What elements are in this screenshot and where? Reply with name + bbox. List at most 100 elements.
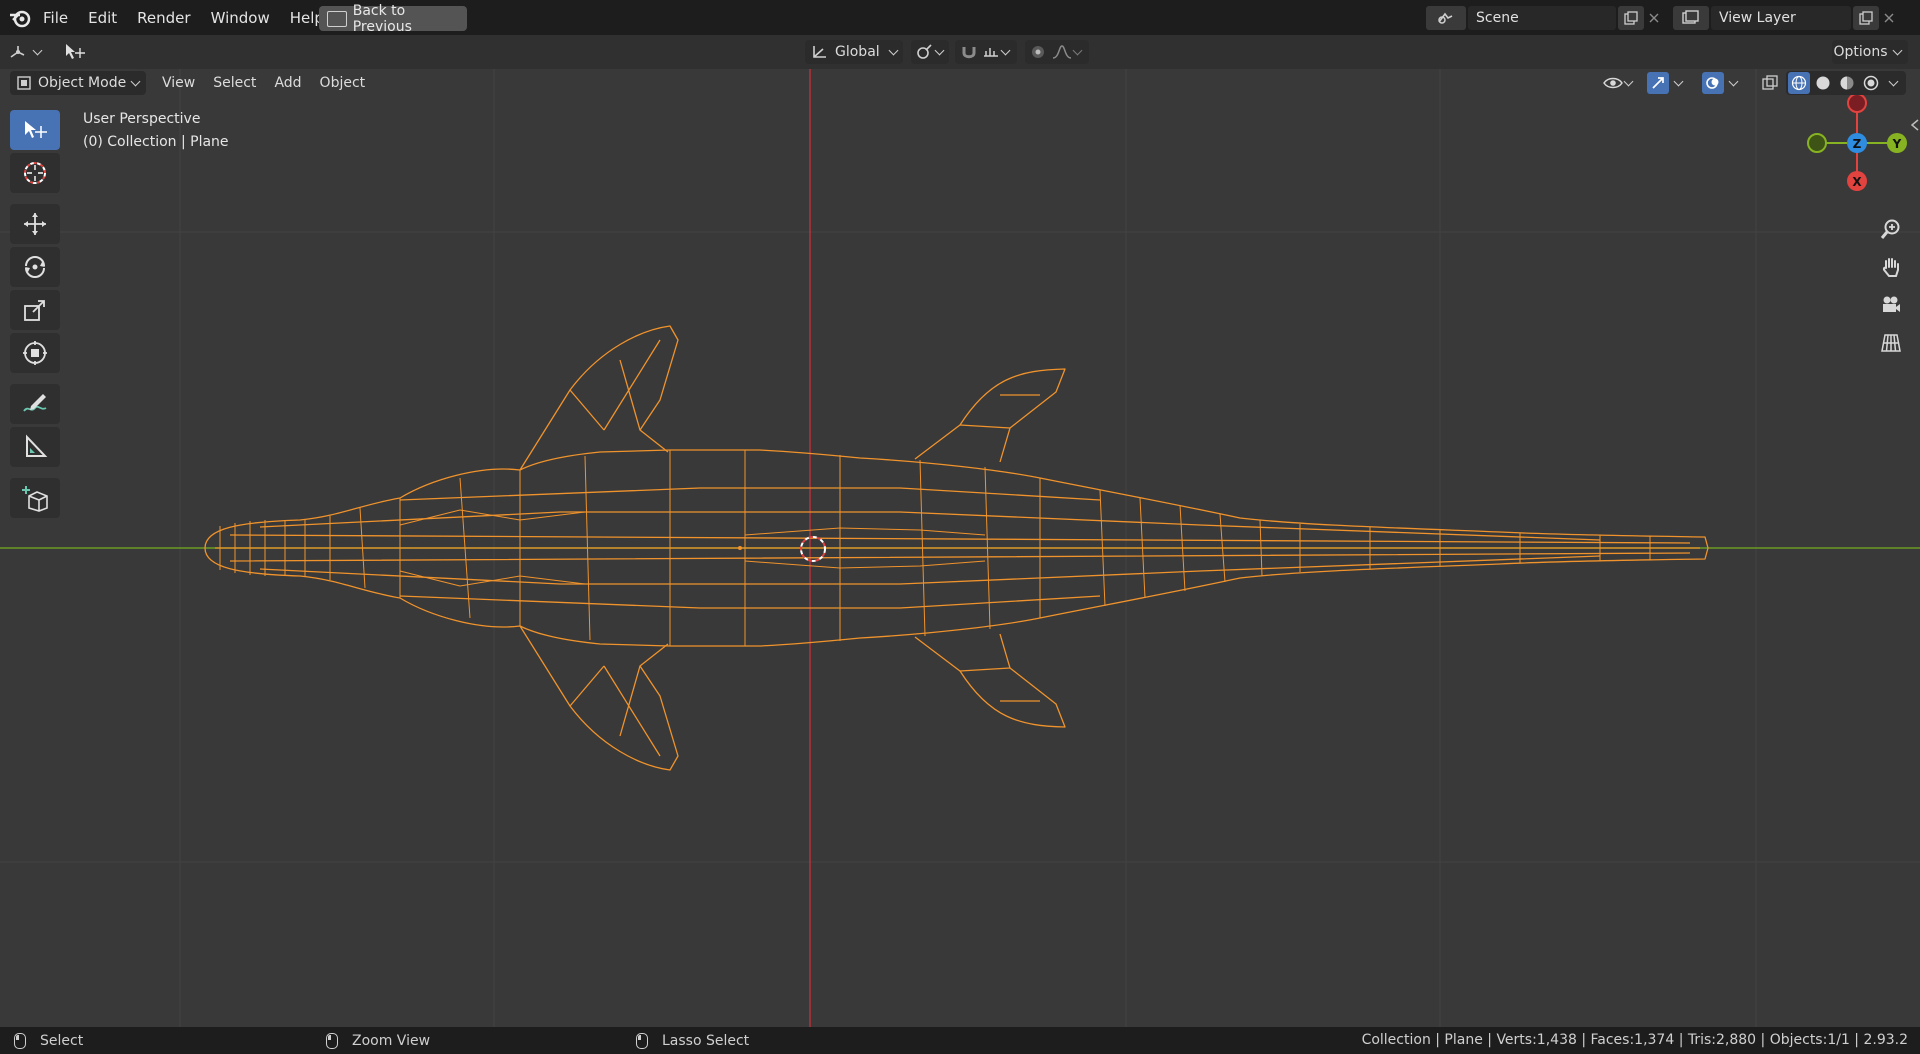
transform-orientation-dropdown[interactable]: Global xyxy=(805,40,903,64)
duplicate-icon xyxy=(1624,11,1638,25)
pan-view-button[interactable] xyxy=(1876,252,1906,282)
chevron-down-icon xyxy=(888,45,899,55)
status-lasso-label: Lasso Select xyxy=(662,1032,750,1049)
move-arrows-icon xyxy=(24,213,46,235)
status-select-hint: Select xyxy=(14,1027,83,1054)
delete-view-layer-button[interactable] xyxy=(1879,6,1899,30)
rotate-tool[interactable] xyxy=(10,247,60,287)
select-menu[interactable]: Select xyxy=(204,70,265,96)
add-menu[interactable]: Add xyxy=(265,70,310,96)
object-mode-icon xyxy=(17,76,31,90)
menu-edit[interactable]: Edit xyxy=(78,5,127,31)
material-shading-button[interactable] xyxy=(1836,72,1858,94)
scale-tool[interactable] xyxy=(10,290,60,330)
chevron-down-icon xyxy=(1888,76,1899,86)
solid-shading-button[interactable] xyxy=(1812,72,1834,94)
left-mouse-icon xyxy=(14,1032,26,1049)
transform-tool[interactable] xyxy=(10,333,60,373)
object-origin xyxy=(738,546,742,550)
move-tool[interactable] xyxy=(10,204,60,244)
gizmo-toggle-group[interactable] xyxy=(1647,71,1693,95)
right-mouse-icon xyxy=(636,1032,648,1049)
selected-mesh-wireframe[interactable] xyxy=(204,325,1709,771)
camera-view-button[interactable] xyxy=(1876,290,1906,320)
status-zoom-hint: Zoom View xyxy=(326,1027,430,1054)
material-sphere-icon xyxy=(1840,76,1854,90)
chevron-down-icon xyxy=(32,45,43,55)
editor-type-button[interactable] xyxy=(8,40,50,64)
menu-window[interactable]: Window xyxy=(201,5,280,31)
add-cube-tool[interactable] xyxy=(10,478,60,518)
viewport-canvas xyxy=(0,69,1920,1027)
options-dropdown[interactable]: Options xyxy=(1832,40,1908,64)
proportional-editing-controls[interactable] xyxy=(1025,40,1089,64)
object-menu[interactable]: Object xyxy=(311,70,375,96)
navigation-gizmo[interactable]: Y X Z xyxy=(1802,89,1912,199)
close-icon xyxy=(1649,13,1659,23)
shading-mode-group[interactable] xyxy=(1786,71,1906,95)
gizmo-z-label: Z xyxy=(1853,137,1862,151)
transform-icon xyxy=(23,341,47,365)
rendered-shading-button[interactable] xyxy=(1860,72,1882,94)
chevron-down-icon xyxy=(1673,76,1684,86)
snap-increment-icon xyxy=(984,48,998,57)
object-visibility-dropdown[interactable] xyxy=(1599,71,1639,95)
3d-cursor-icon xyxy=(24,162,46,184)
scale-icon xyxy=(24,300,45,321)
view-menu[interactable]: View xyxy=(153,70,204,96)
blender-logo-icon[interactable] xyxy=(8,6,34,30)
gizmo-neg-y[interactable] xyxy=(1807,133,1827,153)
new-scene-button[interactable] xyxy=(1618,6,1644,30)
wireframe-shading-button[interactable] xyxy=(1788,72,1810,94)
new-view-layer-button[interactable] xyxy=(1853,6,1879,30)
zoom-view-button[interactable] xyxy=(1876,214,1906,244)
viewport-menus: View Select Add Object xyxy=(153,70,374,96)
chevron-down-icon xyxy=(1892,45,1902,55)
overlays-toggle-group[interactable] xyxy=(1702,71,1748,95)
view-layer-icon xyxy=(1682,10,1699,24)
show-gizmo-toggle[interactable] xyxy=(1647,72,1669,94)
object-mode-dropdown[interactable]: Object Mode xyxy=(10,71,146,95)
select-box-icon xyxy=(25,121,47,138)
select-box-tool-indicator[interactable] xyxy=(64,40,94,64)
snapping-controls[interactable] xyxy=(955,40,1017,64)
back-to-previous-button[interactable]: Back to Previous xyxy=(319,3,467,35)
sidebar-toggle-icon[interactable] xyxy=(1910,119,1920,131)
chevron-down-icon xyxy=(1728,76,1739,86)
select-box-tool[interactable] xyxy=(10,110,60,150)
grid-perspective-icon xyxy=(1881,334,1901,352)
scene-selector-button[interactable] xyxy=(1426,6,1466,30)
overlay-circles-icon xyxy=(1706,77,1719,89)
perspective-toggle-button[interactable] xyxy=(1876,328,1906,358)
wireframe-sphere-icon xyxy=(1791,75,1807,91)
cursor-tool[interactable] xyxy=(10,153,60,193)
proportional-edit-icon xyxy=(1032,46,1044,58)
pivot-point-dropdown[interactable] xyxy=(911,40,949,64)
view-layer-name-field[interactable]: View Layer xyxy=(1711,6,1851,30)
annotate-tool[interactable] xyxy=(10,384,60,424)
gizmo-neg-x[interactable] xyxy=(1847,93,1867,113)
measure-tool[interactable] xyxy=(10,427,60,467)
falloff-curve-icon xyxy=(1052,45,1072,59)
menu-file[interactable]: File xyxy=(33,5,78,31)
status-zoom-label: Zoom View xyxy=(352,1032,431,1049)
gizmo-y-label: Y xyxy=(1892,137,1902,151)
menu-render[interactable]: Render xyxy=(127,5,200,31)
options-label: Options xyxy=(1833,44,1888,60)
show-overlays-toggle[interactable] xyxy=(1702,72,1724,94)
chevron-down-icon xyxy=(934,45,945,55)
rendered-sphere-icon xyxy=(1863,75,1879,91)
rotate-icon xyxy=(25,256,45,278)
scene-icon xyxy=(1438,12,1453,24)
orientation-icon xyxy=(813,46,826,58)
status-select-label: Select xyxy=(40,1032,84,1049)
3d-viewport[interactable]: User Perspective (0) Collection | Plane … xyxy=(0,69,1920,1027)
view-layer-selector-button[interactable] xyxy=(1673,6,1709,30)
chevron-down-icon xyxy=(1000,45,1011,55)
duplicate-icon xyxy=(1859,11,1873,25)
pivot-icon xyxy=(917,44,932,59)
delete-scene-button[interactable] xyxy=(1644,6,1664,30)
scene-name-field[interactable]: Scene xyxy=(1468,6,1616,30)
xray-toggle[interactable] xyxy=(1757,71,1783,95)
magnet-icon xyxy=(962,47,976,59)
